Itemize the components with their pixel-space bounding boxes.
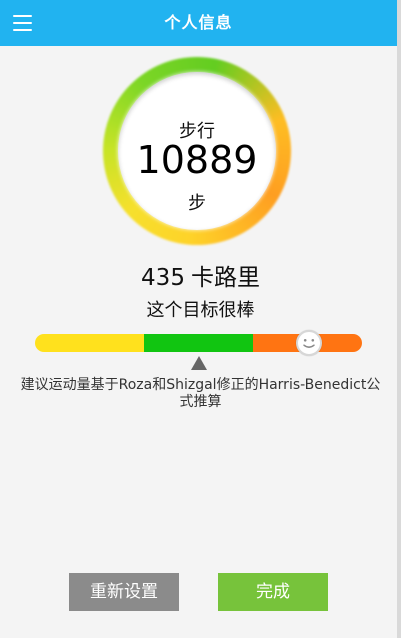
steps-ring-center: 步行 10889 步 xyxy=(118,72,276,230)
triangle-up-icon xyxy=(190,355,208,371)
formula-note: 建议运动量基于Roza和Shizgal修正的Harris-Benedict公式推… xyxy=(20,377,381,410)
goal-scale-low xyxy=(35,334,144,352)
calories-summary: 435 卡路里 xyxy=(0,263,401,293)
page-title: 个人信息 xyxy=(164,13,233,32)
goal-scale-good xyxy=(144,334,253,352)
reset-button[interactable]: 重新设置 xyxy=(69,573,179,611)
calories-unit: 卡路里 xyxy=(190,265,260,291)
app-screen: 个人信息 步行 10889 步 435 卡路里 这个目标很棒 建议运动量基于Ro… xyxy=(0,0,401,638)
calories-value: 435 xyxy=(141,265,185,291)
steps-ring: 步行 10889 步 xyxy=(103,57,291,245)
goal-scale xyxy=(35,330,362,356)
done-button[interactable]: 完成 xyxy=(218,573,328,611)
steps-value: 10889 xyxy=(136,138,258,182)
smiley-icon xyxy=(296,330,322,356)
steps-unit: 步 xyxy=(188,193,206,214)
top-app-bar: 个人信息 xyxy=(0,0,397,46)
goal-message: 这个目标很棒 xyxy=(146,300,255,321)
